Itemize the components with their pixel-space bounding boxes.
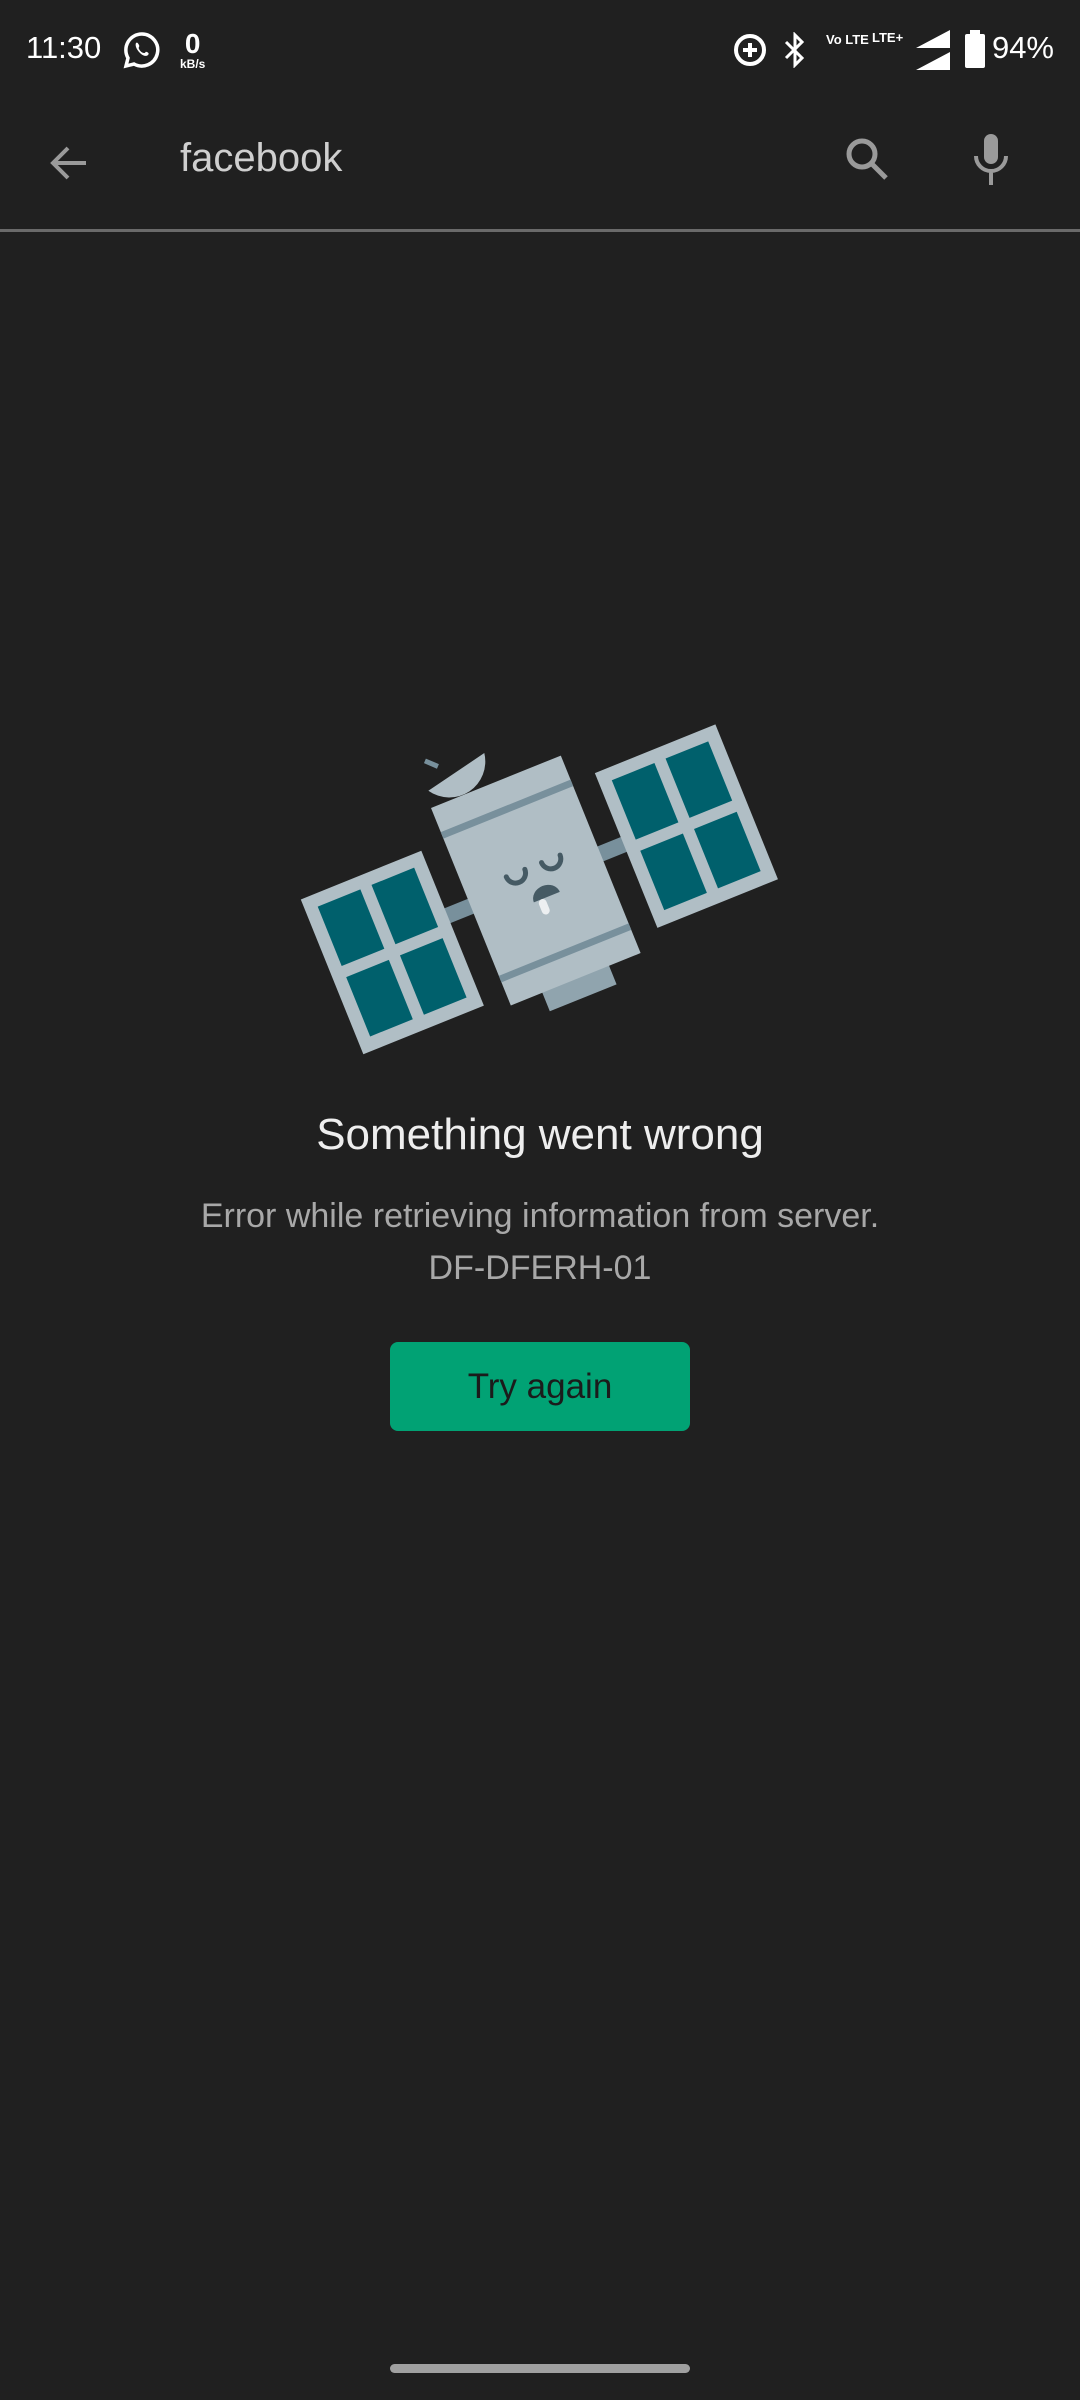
error-title: Something went wrong [316,1110,764,1159]
try-again-button[interactable]: Try again [390,1342,690,1431]
error-message: Error while retrieving information from … [200,1197,880,1235]
right-solar-panel [594,724,778,928]
error-message-block: Error while retrieving information from … [0,1190,1080,1294]
error-code: DF-DFERH-01 [428,1249,652,1287]
sleeping-satellite-illustration [300,724,778,1055]
home-gesture-bar[interactable] [390,2364,690,2373]
left-solar-panel [300,850,484,1055]
